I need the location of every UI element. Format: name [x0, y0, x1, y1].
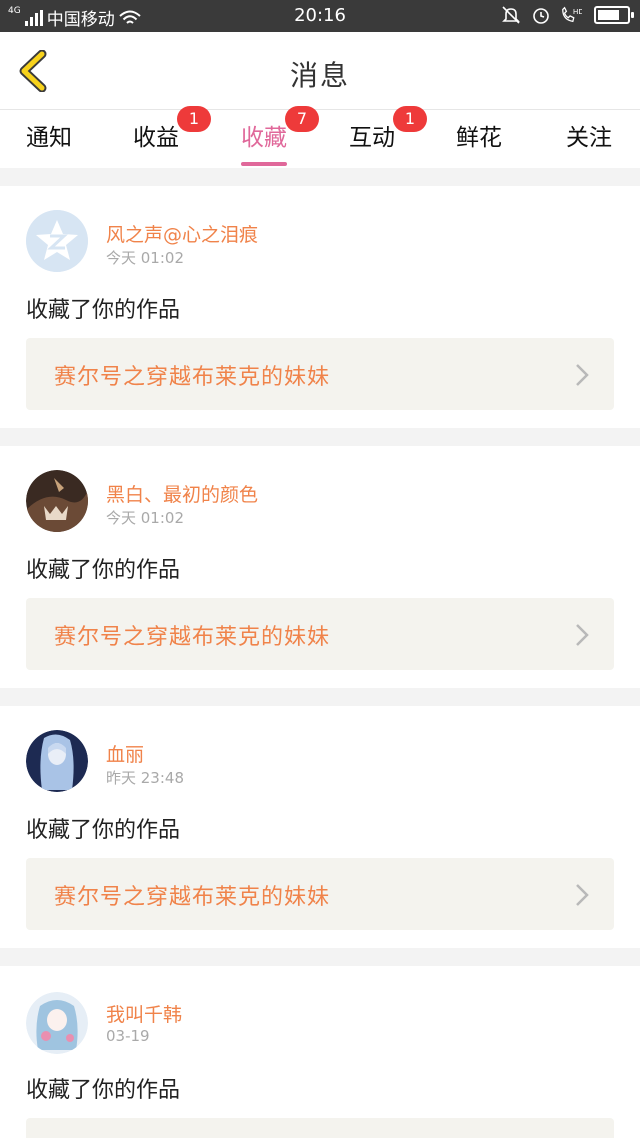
tab-earnings[interactable]: 收益 1 — [133, 106, 211, 152]
chevron-right-icon — [576, 884, 589, 906]
work-title: 赛尔号之穿越布莱克的妹妹 — [54, 365, 331, 390]
tab-label: 关注 — [566, 125, 612, 151]
avatar[interactable] — [26, 210, 88, 272]
hd-call-icon: HD — [560, 4, 582, 26]
action-text: 收藏了你的作品 — [26, 1078, 181, 1103]
username[interactable]: 我叫千韩 — [106, 1000, 182, 1027]
action-text: 收藏了你的作品 — [26, 818, 181, 843]
timestamp: 今天 01:02 — [106, 249, 184, 267]
unread-badge: 7 — [285, 106, 319, 132]
user-avatar-image — [26, 992, 88, 1054]
work-link[interactable]: 赛尔号之穿越布莱克的妹妹 — [26, 858, 614, 930]
message-card: 血丽 昨天 23:48 收藏了你的作品 赛尔号之穿越布莱克的妹妹 — [0, 706, 640, 948]
tab-label: 收藏 — [241, 125, 287, 151]
timestamp: 03-19 — [106, 1027, 150, 1045]
action-text: 收藏了你的作品 — [26, 298, 181, 323]
tab-label: 互动 — [349, 125, 395, 151]
status-right: HD — [500, 4, 634, 26]
tab-favorites[interactable]: 收藏 7 — [241, 106, 319, 166]
chevron-right-icon — [576, 624, 589, 646]
tab-following[interactable]: 关注 — [566, 118, 612, 152]
timestamp: 今天 01:02 — [106, 509, 184, 527]
message-card: 我叫千韩 03-19 收藏了你的作品 — [0, 966, 640, 1138]
tab-label: 通知 — [26, 125, 72, 151]
unread-badge: 1 — [177, 106, 211, 132]
action-text: 收藏了你的作品 — [26, 558, 181, 583]
user-avatar-image — [26, 730, 88, 792]
battery-icon — [594, 6, 634, 24]
mute-bell-icon — [500, 4, 522, 26]
page-title: 消息 — [289, 59, 350, 92]
message-card: 黑白、最初的颜色 今天 01:02 收藏了你的作品 赛尔号之穿越布莱克的妹妹 — [0, 446, 640, 688]
svg-text:HD: HD — [573, 7, 582, 16]
tab-label: 收益 — [133, 125, 179, 151]
message-card: 风之声@心之泪痕 今天 01:02 收藏了你的作品 赛尔号之穿越布莱克的妹妹 — [0, 186, 640, 428]
avatar[interactable] — [26, 992, 88, 1054]
work-title: 赛尔号之穿越布莱克的妹妹 — [54, 885, 331, 910]
work-link[interactable]: 赛尔号之穿越布莱克的妹妹 — [26, 338, 614, 410]
active-tab-indicator — [241, 162, 287, 166]
chevron-right-icon — [576, 364, 589, 386]
tab-label: 鲜花 — [456, 125, 502, 151]
header-bar: 消息 — [0, 32, 640, 110]
tab-bar: 通知 收益 1 收藏 7 互动 1 鲜花 关注 — [0, 106, 640, 168]
user-avatar-image — [26, 470, 88, 532]
alarm-icon — [530, 4, 552, 26]
qq-zone-avatar-icon — [26, 210, 88, 272]
avatar[interactable] — [26, 470, 88, 532]
avatar[interactable] — [26, 730, 88, 792]
unread-badge: 1 — [393, 106, 427, 132]
tab-notifications[interactable]: 通知 — [26, 118, 72, 152]
timestamp: 昨天 23:48 — [106, 769, 184, 787]
work-link[interactable]: 赛尔号之穿越布莱克的妹妹 — [26, 598, 614, 670]
tab-interactions[interactable]: 互动 1 — [349, 106, 427, 152]
work-link[interactable] — [26, 1118, 614, 1138]
tab-flowers[interactable]: 鲜花 — [456, 118, 502, 152]
status-bar: 4G 中国移动 20:16 HD — [0, 0, 640, 32]
work-title: 赛尔号之穿越布莱克的妹妹 — [54, 625, 331, 650]
username[interactable]: 风之声@心之泪痕 — [106, 220, 258, 247]
username[interactable]: 黑白、最初的颜色 — [106, 480, 258, 507]
username[interactable]: 血丽 — [106, 740, 144, 767]
